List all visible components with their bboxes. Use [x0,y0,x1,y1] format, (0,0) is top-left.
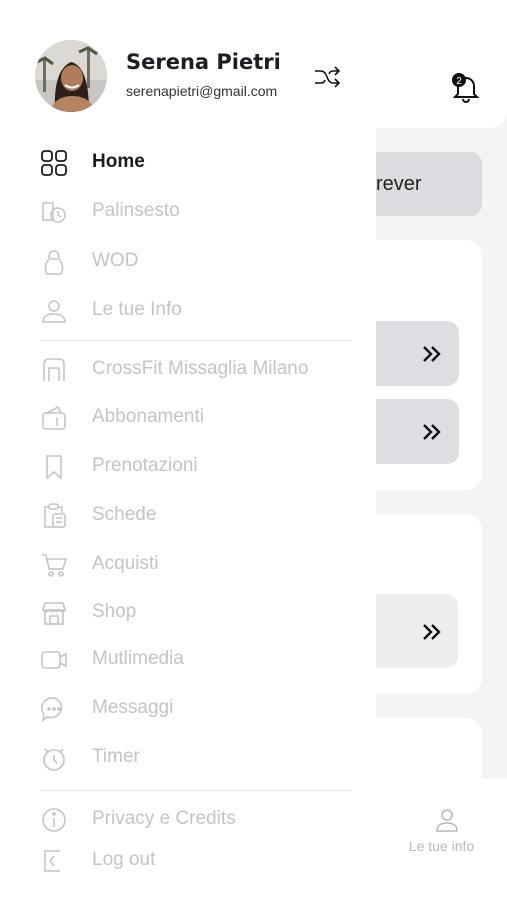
kettlebell-icon [40,248,68,276]
user-name: Serena Pietri [126,50,281,74]
menu-item-label: Privacy e Credits [92,808,236,829]
menu-divider [40,790,352,791]
menu-item-label: Messaggi [92,697,174,718]
menu-item-gym[interactable]: CrossFit Missaglia Milano [0,350,376,390]
user-icon[interactable] [433,806,461,834]
bookmark-icon [40,453,68,481]
menu-item-home[interactable]: Home [0,143,376,183]
menu-item-label: Prenotazioni [92,455,198,476]
menu-item-label: Le tue Info [92,299,182,320]
menu-item-logout[interactable]: Log out [0,841,376,881]
notification-bell-icon[interactable]: 2 [446,68,486,108]
double-chevron-right-icon[interactable] [418,340,446,368]
menu-item-palinsesto[interactable]: Palinsesto [0,192,376,232]
video-icon [40,646,68,674]
logout-icon [40,847,68,875]
bottom-nav: Le tue info [376,778,507,900]
menu-item-label: Log out [92,849,156,870]
menu-item-label: Abbonamenti [92,406,204,427]
menu-item-label: CrossFit Missaglia Milano [92,358,309,379]
menu-item-le-tue-info[interactable]: Le tue Info [0,291,376,331]
menu-item-label: Mutlimedia [92,648,184,669]
double-chevron-right-icon[interactable] [418,618,446,646]
menu-item-shop[interactable]: Shop [0,593,376,633]
menu-item-label: Palinsesto [92,200,180,221]
double-chevron-right-icon[interactable] [418,418,446,446]
menu-item-schede[interactable]: Schede [0,496,376,536]
menu-item-label: Home [92,151,145,172]
avatar[interactable] [35,40,107,112]
menu-item-acquisti[interactable]: Acquisti [0,545,376,585]
cart-icon [40,551,68,579]
switch-account-icon[interactable] [312,62,342,92]
info-icon [40,806,68,834]
stopwatch-icon [40,744,68,772]
menu-item-timer[interactable]: Timer [0,738,376,778]
gym-door-icon [40,356,68,384]
user-icon [40,297,68,325]
navigation-drawer: Serena Pietri serenapietri@gmail.com Hom… [0,0,376,900]
menu-item-label: WOD [92,250,139,271]
menu-item-label: Acquisti [92,553,159,574]
menu-item-wod[interactable]: WOD [0,242,376,282]
home-grid-icon [40,149,68,177]
wallet-icon [40,404,68,432]
store-icon [40,599,68,627]
menu-divider [40,340,352,341]
menu-item-multimedia[interactable]: Mutlimedia [0,640,376,680]
chat-icon [40,695,68,723]
menu-item-label: Timer [92,746,140,767]
menu-item-prenotazioni[interactable]: Prenotazioni [0,447,376,487]
bottom-nav-label[interactable]: Le tue info [376,838,507,854]
schedule-icon [40,198,68,226]
user-email: serenapietri@gmail.com [126,83,278,99]
menu-item-label: Shop [92,601,137,622]
menu-item-abbonamenti[interactable]: Abbonamenti [0,398,376,438]
clipboard-icon [40,502,68,530]
background-action-label: rever [376,173,422,195]
menu-item-privacy[interactable]: Privacy e Credits [0,800,376,840]
menu-item-label: Schede [92,504,157,525]
menu-item-messaggi[interactable]: Messaggi [0,689,376,729]
notification-count: 2 [456,76,462,87]
